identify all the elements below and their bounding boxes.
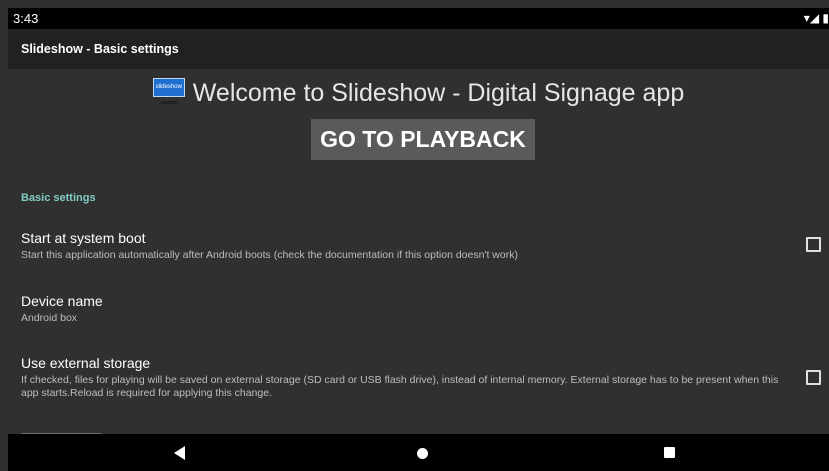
pref-title: Start at system boot [21, 230, 146, 246]
pref-title: Device name [21, 293, 103, 309]
logo-screen: slideshow [152, 78, 185, 97]
section-header-basic-settings: Basic settings [21, 192, 96, 204]
page-title: Slideshow - Basic settings [21, 42, 179, 56]
status-icons: ▾◢ ▮ [803, 11, 829, 25]
pref-summary: Start this application automatically aft… [21, 249, 518, 261]
home-icon[interactable] [417, 448, 428, 459]
pref-summary: Android box [21, 312, 78, 324]
navigation-bar [8, 434, 829, 471]
app-bar: Slideshow - Basic settings [8, 29, 829, 69]
pref-title: Use external storage [21, 355, 151, 371]
monitor-logo-icon: slideshow [152, 78, 185, 104]
status-bar: 3:43 ▾◢ ▮ [8, 8, 829, 29]
recents-icon[interactable] [664, 447, 675, 458]
pref-start-at-boot[interactable]: Start at system boot Start this applicat… [21, 230, 791, 262]
pref-device-name[interactable]: Device name Android box [21, 293, 791, 325]
welcome-heading: slideshow Welcome to Slideshow - Digital… [8, 78, 829, 108]
start-at-boot-checkbox[interactable] [806, 237, 821, 252]
external-storage-checkbox[interactable] [806, 370, 821, 385]
status-time: 3:43 [13, 11, 39, 26]
pref-use-external-storage[interactable]: Use external storage If checked, files f… [21, 355, 791, 400]
welcome-text: Welcome to Slideshow - Digital Signage a… [192, 79, 685, 107]
go-to-playback-button[interactable]: GO TO PLAYBACK [311, 119, 535, 160]
logo-base [160, 101, 177, 104]
back-icon[interactable] [174, 446, 185, 460]
app-frame: 3:43 ▾◢ ▮ Slideshow - Basic settings sli… [8, 8, 829, 471]
pref-summary: If checked, files for playing will be sa… [21, 374, 779, 399]
